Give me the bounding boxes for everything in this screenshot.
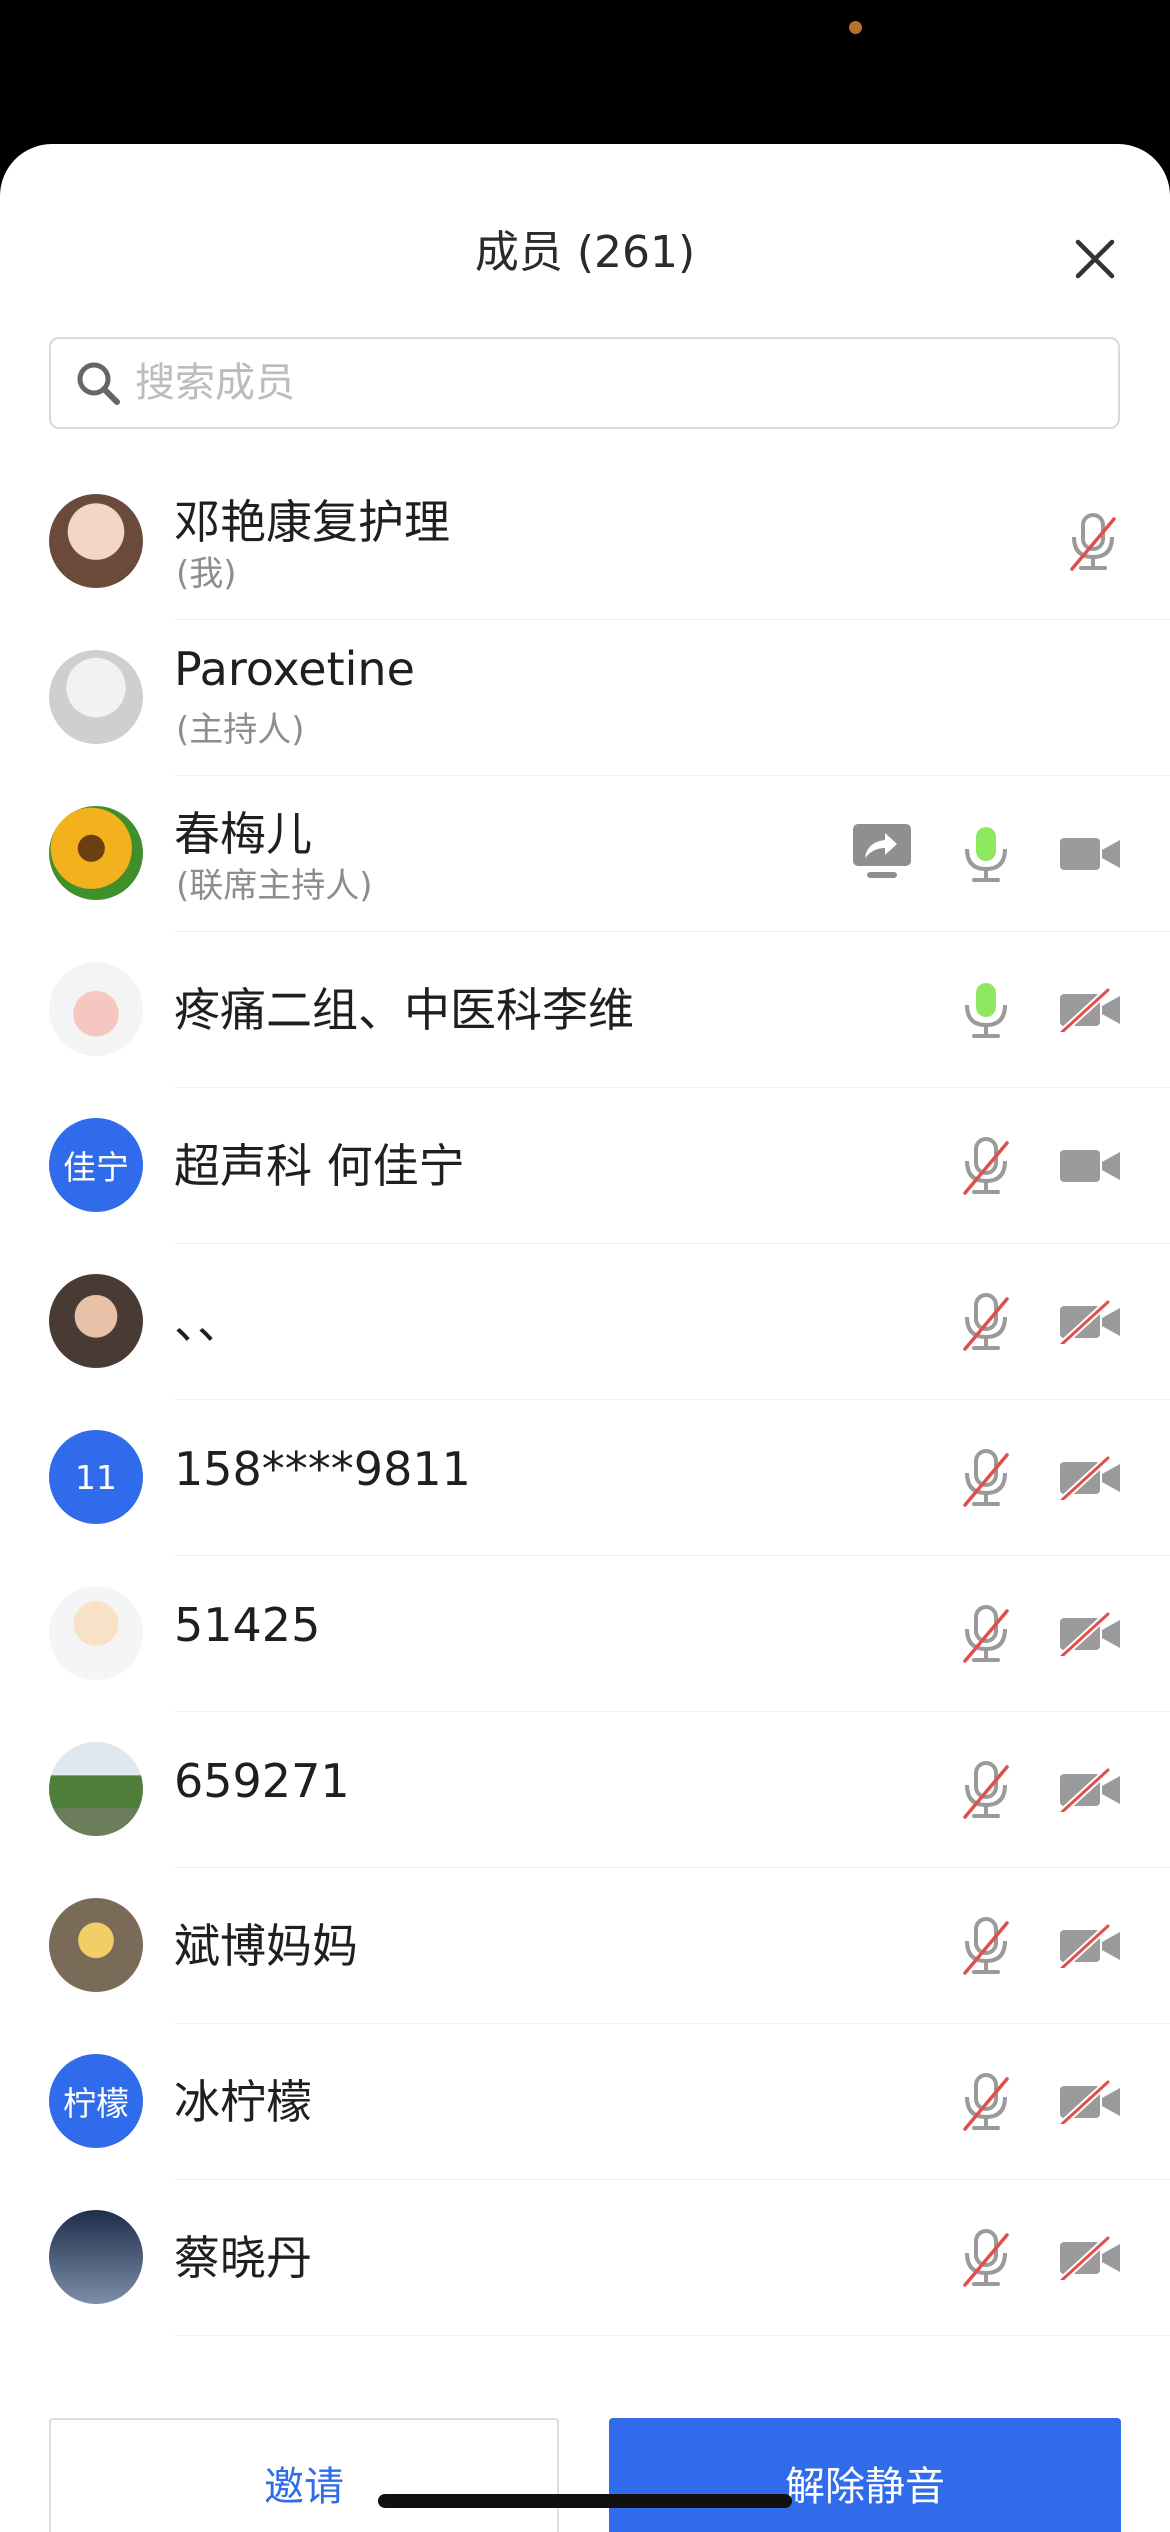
mic-muted-icon[interactable] [959,1603,1013,1669]
video-camera-off-icon[interactable] [1058,1455,1122,1504]
member-list[interactable]: 邓艳康复护理 (我) Paroxetine (主持人) 春梅儿 (联席主持人) 疼痛二组、中… [0,464,1170,2394]
page-title: 成员 (261) [474,227,696,278]
mic-icon[interactable] [959,823,1013,889]
video-camera-icon[interactable] [1058,1144,1122,1192]
video-camera-off-icon[interactable] [1058,987,1122,1036]
avatar [49,650,143,744]
member-role: (我) [176,554,237,594]
member-row[interactable]: 、、 [0,1244,1170,1400]
avatar [49,806,143,900]
member-row[interactable]: 659271 [0,1712,1170,1868]
invite-button[interactable]: 邀请 [49,2418,559,2532]
video-camera-off-icon[interactable] [1058,1611,1122,1660]
member-name: 春梅儿 [174,807,312,861]
avatar: 11 [49,1430,143,1524]
member-name: 蔡晓丹 [174,2231,312,2285]
avatar: 柠檬 [49,2054,143,2148]
member-name: 158****9811 [174,1442,471,1496]
member-name: 51425 [174,1598,321,1652]
member-row[interactable]: 蔡晓丹 [0,2180,1170,2336]
mic-muted-icon[interactable] [959,1759,1013,1825]
avatar [49,1742,143,1836]
video-camera-off-icon[interactable] [1058,1767,1122,1816]
search-icon [77,362,120,405]
search-bar[interactable] [49,337,1120,429]
member-name: 、、 [174,1295,243,1349]
mic-muted-icon[interactable] [1066,511,1120,577]
mic-icon[interactable] [959,979,1013,1045]
member-row[interactable]: 51425 [0,1556,1170,1712]
video-camera-off-icon[interactable] [1058,1923,1122,1972]
camera-dot [849,21,862,34]
member-row[interactable]: 柠檬 冰柠檬 [0,2024,1170,2180]
member-role: (联席主持人) [176,866,373,906]
member-row[interactable]: 疼痛二组、中医科李维 [0,932,1170,1088]
mic-muted-icon[interactable] [959,1915,1013,1981]
member-row[interactable]: 佳宁 超声科 何佳宁 [0,1088,1170,1244]
member-row[interactable]: 斌博妈妈 [0,1868,1170,2024]
unmute-all-button[interactable]: 解除静音 [609,2418,1121,2532]
member-name: 斌博妈妈 [174,1919,358,1973]
mic-muted-icon[interactable] [959,1447,1013,1513]
member-role: (主持人) [176,710,305,750]
member-row[interactable]: 春梅儿 (联席主持人) [0,776,1170,932]
video-camera-icon[interactable] [1058,832,1122,880]
mic-muted-icon[interactable] [959,1135,1013,1201]
member-row[interactable]: 11 158****9811 [0,1400,1170,1556]
video-camera-off-icon[interactable] [1058,2079,1122,2128]
avatar [49,1586,143,1680]
member-name: 超声科 何佳宁 [174,1139,465,1193]
member-name: 邓艳康复护理 [174,495,450,549]
row-divider [174,2335,1170,2336]
member-row[interactable]: Paroxetine (主持人) [0,620,1170,776]
home-indicator [378,2494,792,2508]
close-icon[interactable] [1070,234,1120,284]
avatar: 佳宁 [49,1118,143,1212]
mic-muted-icon[interactable] [959,2227,1013,2293]
avatar [49,1898,143,1992]
avatar [49,1274,143,1368]
member-name: 冰柠檬 [174,2075,312,2129]
avatar [49,2210,143,2304]
member-name: 659271 [174,1754,350,1808]
avatar [49,494,143,588]
member-name: 疼痛二组、中医科李维 [174,983,634,1037]
mic-muted-icon[interactable] [959,1291,1013,1357]
member-row[interactable]: 邓艳康复护理 (我) [0,464,1170,620]
video-camera-off-icon[interactable] [1058,2235,1122,2284]
search-input[interactable] [133,359,1037,407]
members-sheet: 成员 (261) 邓艳康复护理 (我) Paroxetine (主持人) 春梅儿 (联席主… [0,144,1170,2532]
screen-share-icon[interactable] [851,822,913,886]
member-name: Paroxetine [174,642,415,696]
mic-muted-icon[interactable] [959,2071,1013,2137]
video-camera-off-icon[interactable] [1058,1299,1122,1348]
avatar [49,962,143,1056]
